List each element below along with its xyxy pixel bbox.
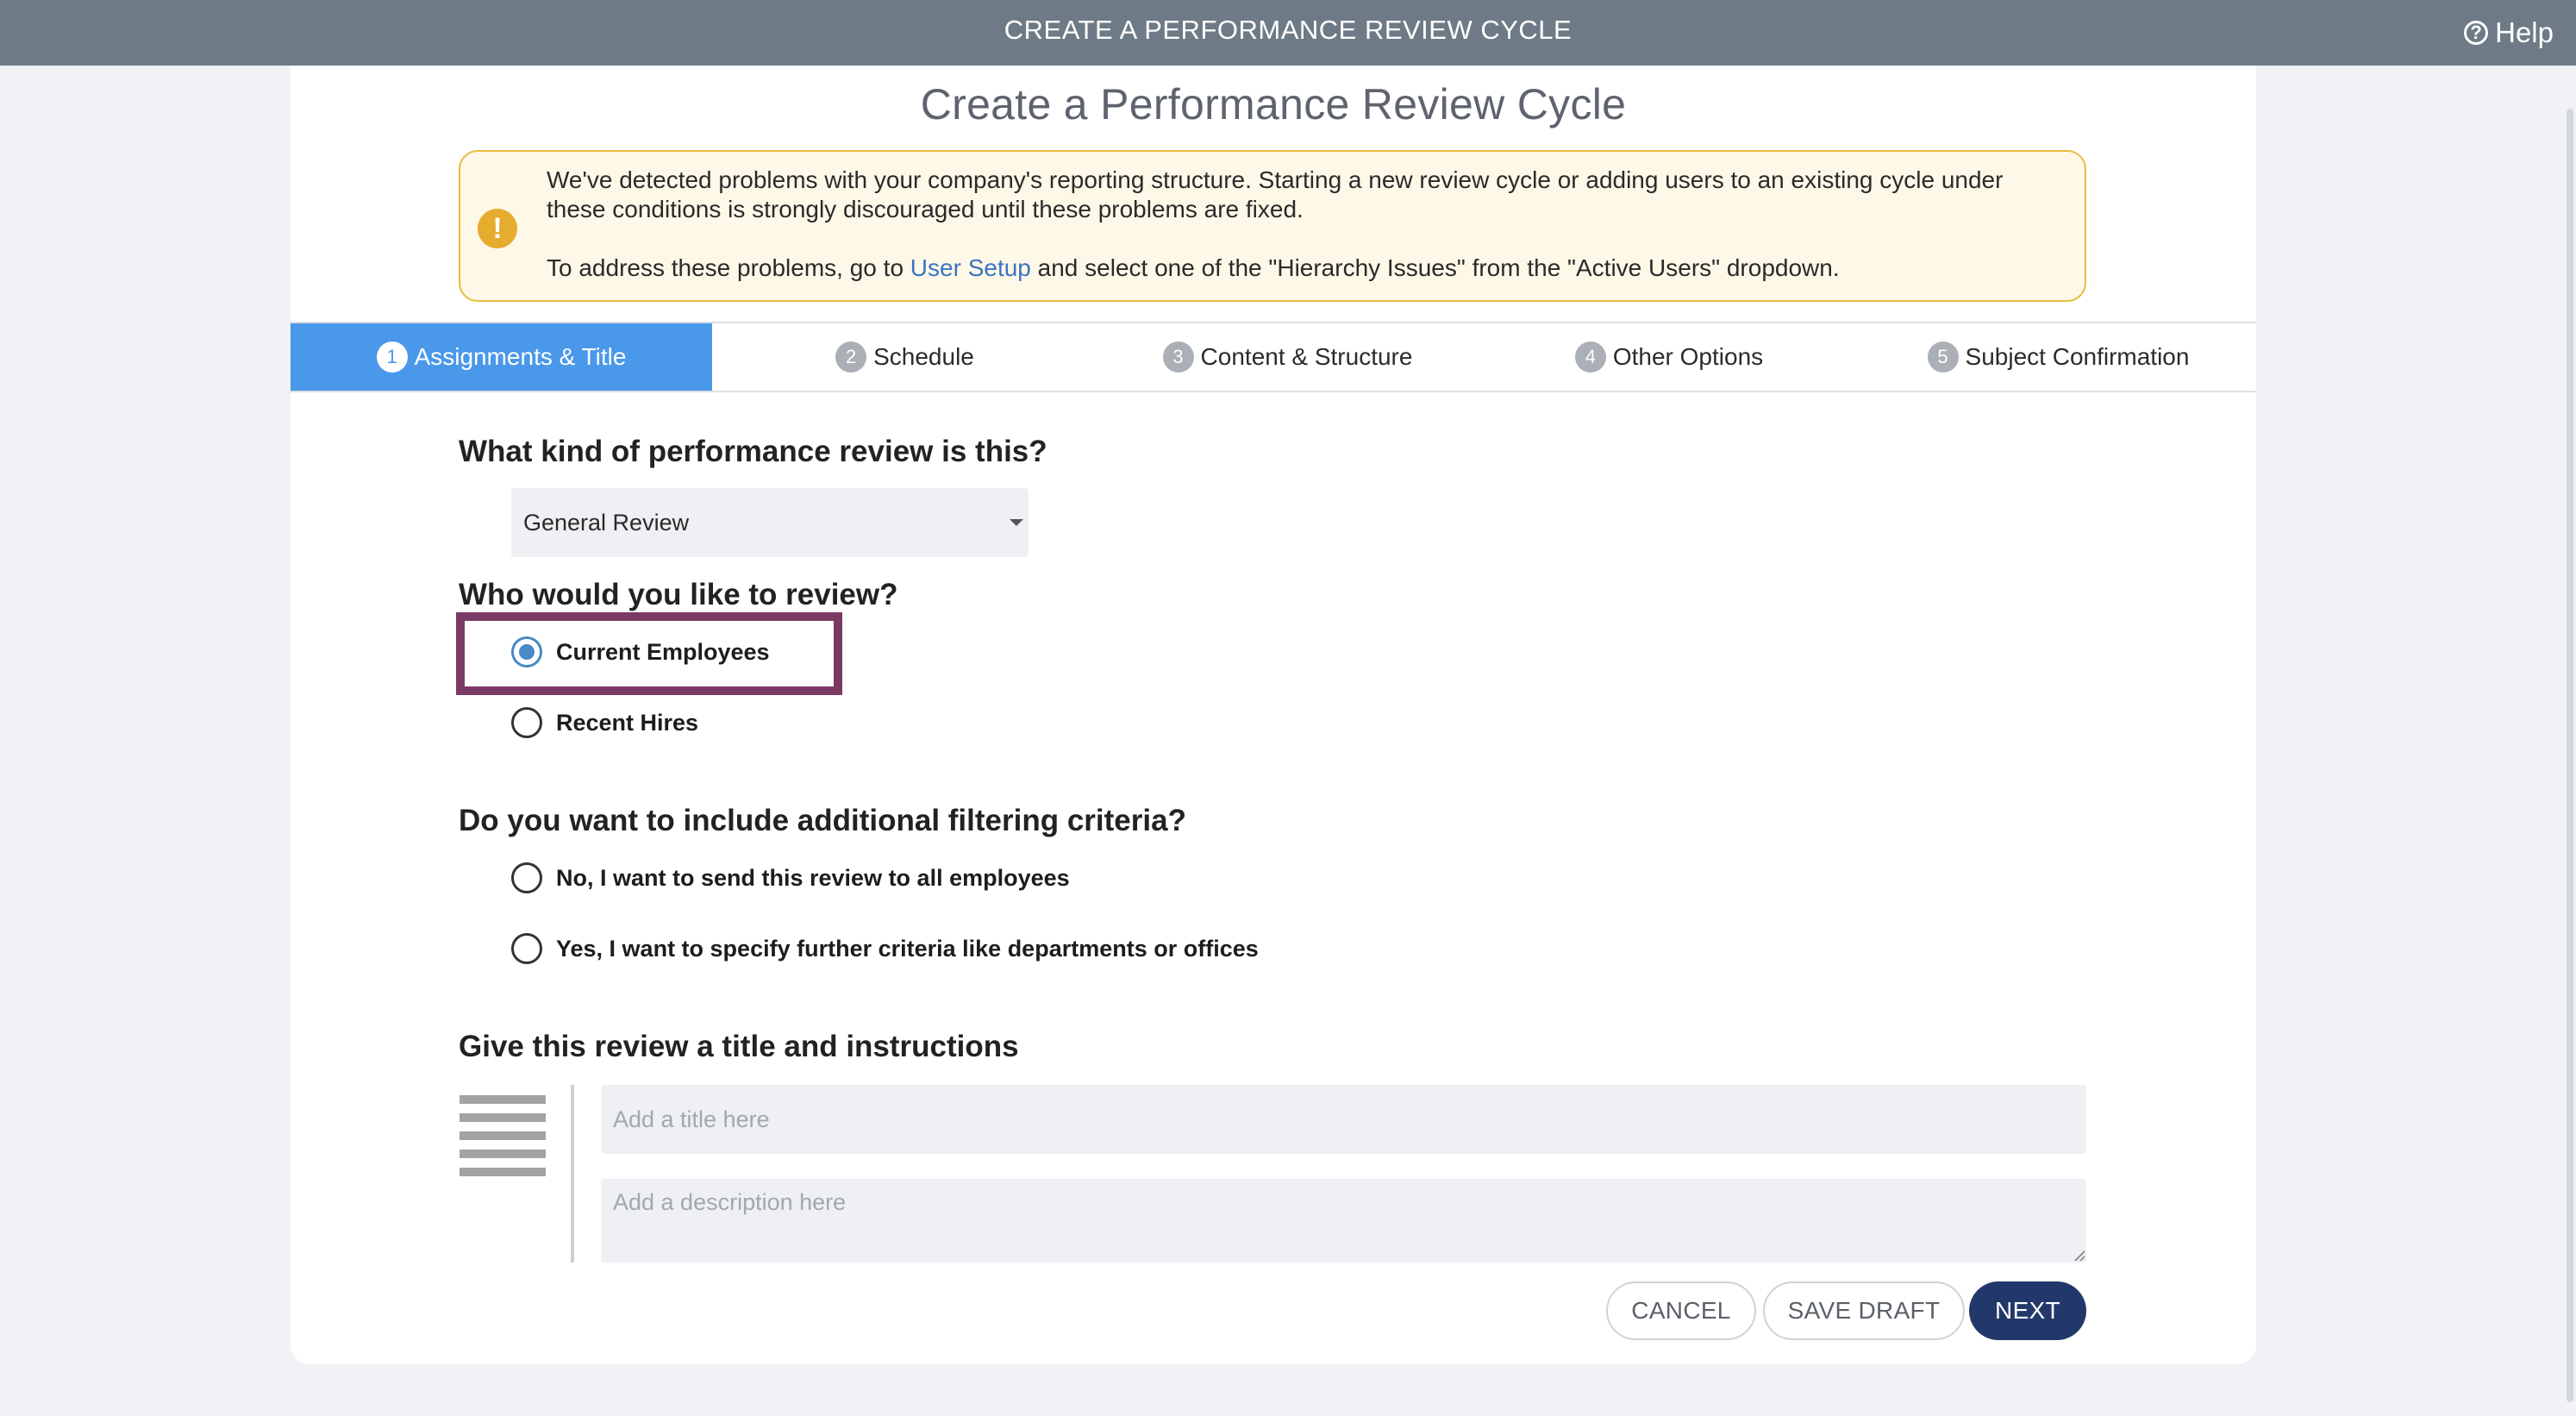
radio-button[interactable] [511, 933, 542, 964]
resize-handle-icon[interactable] [2074, 1250, 2085, 1261]
review-type-select[interactable]: General Review [511, 488, 1029, 557]
title-input[interactable]: Add a title here [601, 1085, 2086, 1154]
tab-assignments-title[interactable]: 1 Assignments & Title [291, 323, 712, 391]
scrollbar[interactable] [2564, 66, 2576, 1416]
form-card: Create a Performance Review Cycle ! We'v… [291, 66, 2256, 1364]
warning-text: We've detected problems with your compan… [547, 166, 2047, 283]
tab-step-number: 4 [1574, 341, 1606, 373]
top-bar: CREATE A PERFORMANCE REVIEW CYCLE ? Help [0, 0, 2576, 66]
warning-line-2: To address these problems, go to User Se… [547, 254, 2047, 283]
tab-subject-confirmation[interactable]: 5 Subject Confirmation [1860, 323, 2256, 391]
radio-label: Recent Hires [556, 709, 699, 736]
radio-button-checked[interactable] [511, 636, 542, 667]
warning-line-1: We've detected problems with your compan… [547, 166, 2004, 222]
page-title: Create a Performance Review Cycle [920, 80, 1627, 128]
tab-label: Other Options [1612, 343, 1764, 370]
help-label: Help [2495, 16, 2554, 48]
next-button[interactable]: NEXT [1969, 1281, 2086, 1340]
radio-label: Current Employees [556, 638, 770, 665]
radio-button[interactable] [511, 862, 542, 893]
help-button[interactable]: ? Help [2464, 0, 2554, 66]
cancel-button[interactable]: CANCEL [1606, 1281, 1756, 1340]
filtering-heading: Do you want to include additional filter… [459, 804, 1186, 837]
scrollbar-thumb[interactable] [2567, 109, 2573, 1402]
description-textarea[interactable]: Add a description here [601, 1179, 2086, 1262]
warning-line-2-suffix: and select one of the "Hierarchy Issues"… [1030, 254, 1840, 281]
text-lines-icon [460, 1095, 546, 1186]
radio-recent-hires[interactable]: Recent Hires [511, 707, 698, 738]
radio-no-filter[interactable]: No, I want to send this review to all em… [511, 862, 1070, 893]
user-setup-link[interactable]: User Setup [910, 254, 1031, 281]
title-section-heading: Give this review a title and instruction… [459, 1030, 1019, 1063]
tab-label: Schedule [873, 343, 974, 370]
tab-label: Content & Structure [1200, 343, 1413, 370]
tab-content-structure[interactable]: 3 Content & Structure [1097, 323, 1478, 391]
warning-banner: ! We've detected problems with your comp… [459, 150, 2086, 302]
top-bar-title: CREATE A PERFORMANCE REVIEW CYCLE [1004, 15, 1572, 45]
radio-label: Yes, I want to specify further criteria … [556, 935, 1259, 962]
tab-other-options[interactable]: 4 Other Options [1478, 323, 1860, 391]
review-type-heading: What kind of performance review is this? [459, 435, 1047, 468]
divider [571, 1085, 574, 1262]
tab-step-number: 3 [1162, 341, 1194, 373]
tab-label: Assignments & Title [414, 343, 627, 370]
review-type-selected: General Review [523, 510, 690, 536]
chevron-down-icon [1010, 519, 1023, 526]
wizard-tabs: 1 Assignments & Title 2 Schedule 3 Conte… [291, 322, 2256, 392]
warning-line-2-prefix: To address these problems, go to [547, 254, 910, 281]
tab-step-number: 2 [835, 341, 867, 373]
exclamation-icon: ! [478, 209, 517, 248]
radio-label: No, I want to send this review to all em… [556, 864, 1070, 891]
save-draft-button[interactable]: SAVE DRAFT [1763, 1281, 1965, 1340]
description-placeholder: Add a description here [613, 1189, 847, 1215]
title-input-placeholder: Add a title here [613, 1106, 770, 1132]
tab-schedule[interactable]: 2 Schedule [712, 323, 1097, 391]
radio-button[interactable] [511, 707, 542, 738]
tab-label: Subject Confirmation [1965, 343, 2190, 370]
help-icon: ? [2464, 21, 2489, 45]
tab-step-number: 5 [1927, 341, 1959, 373]
radio-current-employees[interactable]: Current Employees [511, 636, 770, 667]
review-target-heading: Who would you like to review? [459, 578, 898, 611]
tab-step-number: 1 [376, 341, 408, 373]
radio-specify-criteria[interactable]: Yes, I want to specify further criteria … [511, 933, 1259, 964]
